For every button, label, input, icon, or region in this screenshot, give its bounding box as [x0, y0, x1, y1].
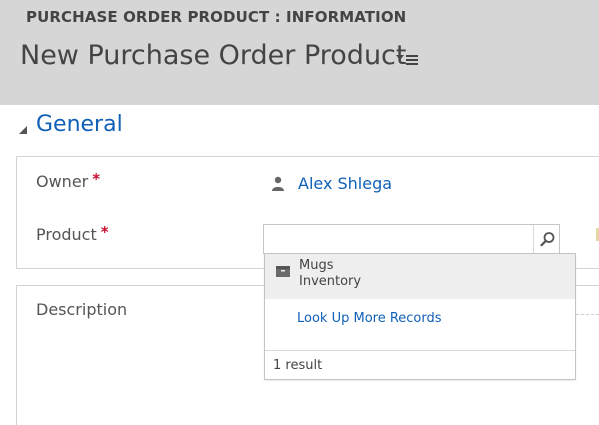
- description-field-underline: [576, 314, 599, 315]
- product-field-label: Product *: [36, 223, 109, 244]
- product-lookup-input[interactable]: [263, 224, 560, 254]
- lookup-search-button[interactable]: [533, 225, 560, 253]
- person-icon: [271, 176, 285, 191]
- look-up-more-records-link[interactable]: Look Up More Records: [297, 311, 442, 326]
- lookup-result-item[interactable]: Mugs Inventory: [265, 254, 575, 299]
- lookup-result-count: 1 result: [273, 358, 323, 373]
- owner-label-text: Owner: [36, 172, 89, 191]
- form-header: PURCHASE ORDER PRODUCT : INFORMATION New…: [0, 0, 599, 105]
- product-box-icon: [276, 262, 290, 277]
- magnifier-icon: [540, 232, 555, 247]
- section-title-general[interactable]: General: [36, 112, 123, 137]
- lookup-results-dropdown: Mugs Inventory Look Up More Records 1 re…: [264, 253, 576, 380]
- form-selector-menu-icon[interactable]: [396, 52, 422, 68]
- product-label-text: Product: [36, 225, 97, 244]
- record-title: New Purchase Order Product: [20, 40, 407, 71]
- description-field-label: Description: [36, 300, 128, 319]
- owner-field-label: Owner *: [36, 170, 101, 191]
- entity-form-label: PURCHASE ORDER PRODUCT : INFORMATION: [26, 8, 407, 26]
- required-marker: *: [100, 223, 109, 241]
- section-collapse-icon[interactable]: [19, 120, 29, 134]
- lookup-result-name: Mugs: [299, 258, 334, 273]
- lookup-dropdown-footer: 1 result: [265, 350, 575, 380]
- required-marker: *: [92, 170, 101, 188]
- owner-value-link[interactable]: Alex Shlega: [298, 174, 392, 193]
- lookup-result-subtitle: Inventory: [299, 274, 362, 289]
